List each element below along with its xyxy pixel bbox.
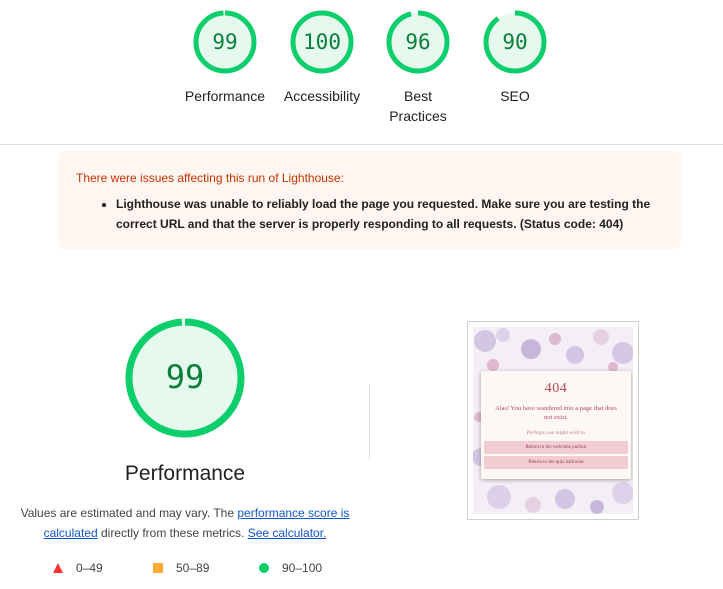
return-welcome-button: Return to the welcome parlour <box>484 441 628 454</box>
gauge-label: Performance <box>184 88 266 104</box>
error-code: 404 <box>544 381 568 396</box>
error-subtitle: Perhaps you might wish to <box>526 430 586 436</box>
square-icon <box>153 563 163 573</box>
404-card: 404 Alas! You have wandered into a page … <box>481 371 631 479</box>
gauge-performance[interactable]: 99 Performance <box>175 8 275 106</box>
gauge-score: 100 <box>303 30 341 54</box>
gauge-accessibility[interactable]: 100 Accessibility <box>272 8 372 106</box>
return-quiz-button: Return to the quiz ballroom <box>484 456 628 469</box>
performance-title: Performance <box>124 462 246 485</box>
performance-description: Values are estimated and may vary. The p… <box>18 503 352 543</box>
error-message: Alas! You have wandered into a page that… <box>495 405 617 421</box>
score-legend: 0–49 50–89 90–100 <box>0 560 723 576</box>
final-screenshot[interactable]: 404 Alas! You have wandered into a page … <box>467 321 639 520</box>
performance-score: 99 <box>165 358 205 396</box>
warning-item: Lighthouse was unable to reliably load t… <box>116 194 663 234</box>
legend-range: 0–49 <box>76 561 103 575</box>
gauge-seo[interactable]: 90 SEO <box>465 8 565 106</box>
desc-middle: directly from these metrics. <box>97 526 248 540</box>
legend-range: 90–100 <box>282 561 323 575</box>
warning-list: Lighthouse was unable to reliably load t… <box>76 194 663 234</box>
run-warnings: There were issues affecting this run of … <box>58 151 681 249</box>
see-calculator-link[interactable]: See calculator. <box>248 526 327 540</box>
gauge-score: 99 <box>212 30 238 54</box>
gauge-score: 96 <box>405 30 431 54</box>
screenshot-viewport: 404 Alas! You have wandered into a page … <box>473 327 633 514</box>
gauge-label: Accessibility <box>283 88 361 104</box>
gauge-label: SEO <box>500 88 530 104</box>
gauge-score: 90 <box>502 30 528 54</box>
circle-icon <box>259 563 269 573</box>
legend-range: 50–89 <box>176 561 210 575</box>
header-divider <box>0 144 723 145</box>
triangle-icon <box>53 563 63 573</box>
performance-gauge: 99 <box>124 317 246 439</box>
warning-title: There were issues affecting this run of … <box>76 171 344 185</box>
vertical-separator <box>369 384 370 459</box>
gauge-best-practices[interactable]: 96 Best Practices <box>368 8 468 126</box>
gauge-label: Best Practices <box>389 88 447 124</box>
desc-prefix: Values are estimated and may vary. The <box>20 506 238 520</box>
category-gauges: 99 Performance 100 Accessibility 96 Best… <box>0 0 723 144</box>
